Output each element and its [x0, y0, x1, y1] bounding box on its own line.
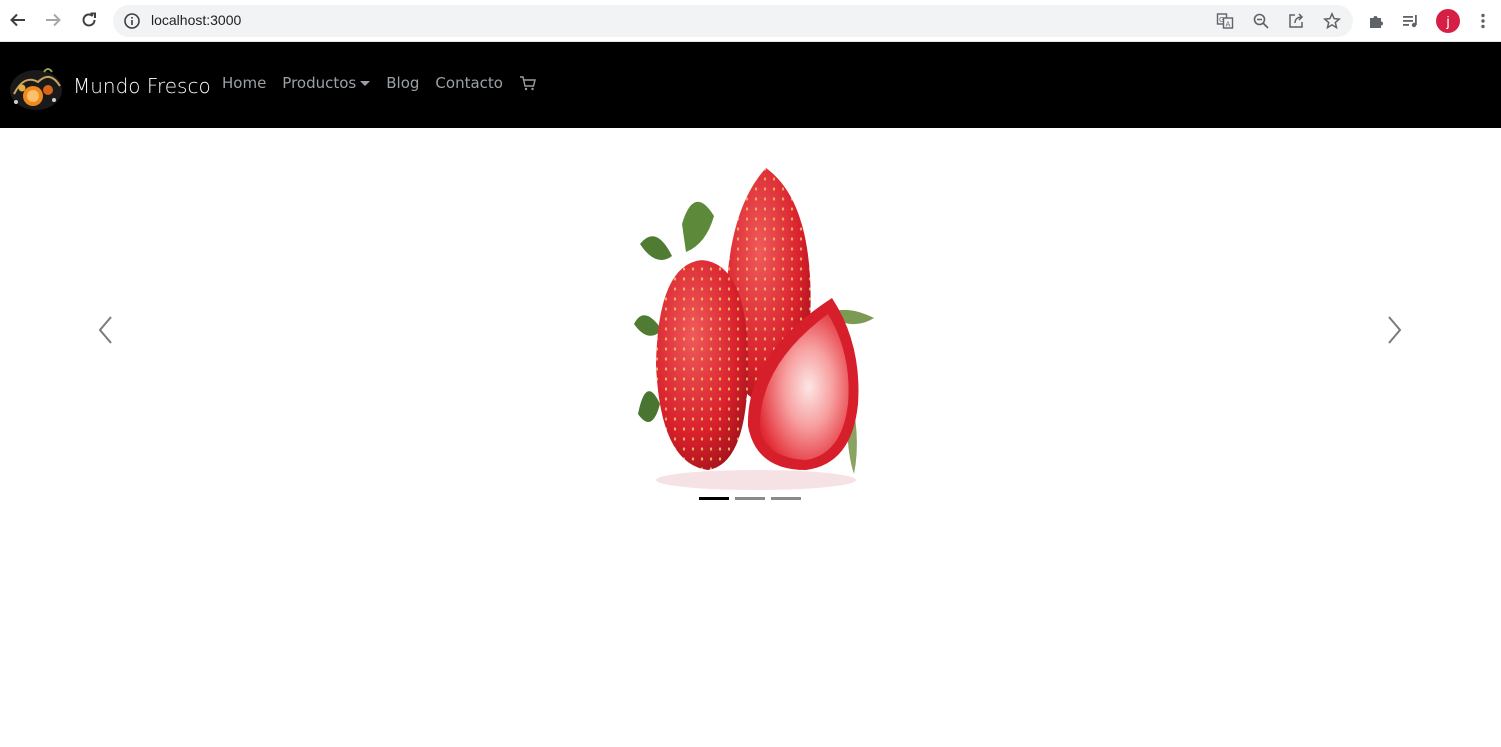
carousel-indicator-1[interactable]: [699, 497, 729, 500]
product-carousel: [0, 128, 1501, 528]
share-icon[interactable]: [1287, 12, 1305, 30]
info-icon[interactable]: [123, 12, 141, 35]
nav-productos-label: Productos: [282, 74, 357, 92]
reload-button[interactable]: [75, 6, 103, 34]
svg-text:A: A: [1226, 21, 1231, 29]
brand-name: Mundo Fresco: [73, 74, 211, 98]
kebab-menu-icon[interactable]: [1471, 9, 1495, 33]
back-arrow-icon: [10, 13, 25, 27]
cart-icon: [519, 76, 536, 91]
star-icon[interactable]: [1323, 12, 1341, 30]
puzzle-icon[interactable]: [1364, 9, 1388, 33]
nav-productos-dropdown[interactable]: Productos: [282, 74, 371, 92]
carousel-indicator-2[interactable]: [735, 497, 765, 500]
url-text[interactable]: localhost:3000: [151, 12, 241, 28]
brand-link[interactable]: Mundo Fresco: [8, 60, 211, 112]
carousel-prev-button[interactable]: [86, 310, 126, 350]
translate-icon[interactable]: G A: [1216, 12, 1234, 30]
carousel-next-button[interactable]: [1374, 310, 1414, 350]
profile-avatar[interactable]: j: [1436, 9, 1460, 33]
nav-blog[interactable]: Blog: [386, 74, 419, 92]
media-queue-icon[interactable]: [1399, 9, 1423, 33]
zoom-out-icon[interactable]: [1252, 12, 1270, 30]
nav-home[interactable]: Home: [222, 74, 266, 92]
strawberries-image: [634, 168, 874, 490]
reload-icon: [82, 12, 96, 27]
carousel-indicators: [699, 497, 807, 500]
nav-contacto[interactable]: Contacto: [435, 74, 503, 92]
address-bar[interactable]: localhost:3000 G A: [113, 5, 1353, 37]
caret-down-icon: [360, 80, 371, 86]
forward-button[interactable]: [39, 6, 67, 34]
forward-arrow-icon: [46, 13, 61, 27]
chevron-left-icon: [98, 316, 112, 344]
cart-link[interactable]: [519, 75, 537, 91]
brand-logo: [10, 68, 62, 110]
back-button[interactable]: [4, 6, 32, 34]
svg-text:G: G: [1219, 16, 1224, 24]
browser-toolbar: localhost:3000 G A j: [0, 0, 1501, 42]
carousel-indicator-3[interactable]: [771, 497, 801, 500]
nav-links: Home Productos Blog Contacto: [222, 74, 537, 92]
site-navbar: Mundo Fresco Home Productos Blog Contact…: [0, 42, 1501, 128]
chevron-right-icon: [1388, 316, 1402, 344]
